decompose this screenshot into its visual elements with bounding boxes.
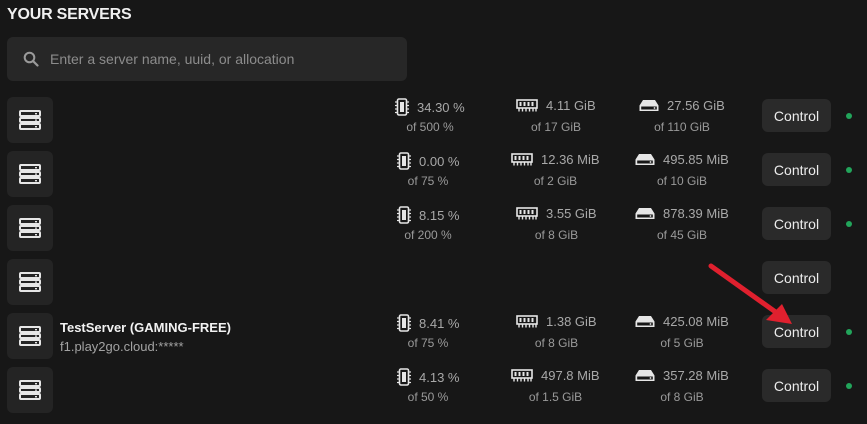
cpu-icon [395, 98, 417, 116]
server-row[interactable]: 34.30 % of 500 % 4.11 GiB of 17 GiB 27.56 Gi… [0, 95, 867, 145]
disk-icon [635, 153, 663, 166]
disk-usage: 27.56 GiB [639, 98, 725, 113]
cpu-icon [397, 206, 419, 224]
disk-icon [639, 99, 667, 112]
server-icon [7, 151, 53, 197]
cpu-value: 0.00 % [419, 153, 460, 169]
cpu-usage: 4.13 % [397, 368, 459, 386]
cpu-icon [397, 368, 419, 386]
status-indicator [846, 113, 852, 119]
memory-icon [511, 153, 541, 166]
control-button[interactable]: Control [762, 207, 831, 240]
cpu-value: 8.41 % [419, 315, 460, 331]
memory-value: 3.55 GiB [546, 206, 597, 221]
server-icon [7, 259, 53, 305]
disk-icon [635, 315, 663, 328]
search-bar[interactable] [7, 37, 407, 81]
control-button[interactable]: Control [762, 153, 831, 186]
server-address: f1.play2go.cloud:***** [60, 339, 184, 354]
cpu-value: 34.30 % [417, 99, 465, 115]
disk-value: 357.28 MiB [663, 368, 729, 383]
memory-icon [516, 315, 546, 328]
disk-icon [635, 369, 663, 382]
annotation-arrow [708, 263, 792, 324]
page-title: YOUR SERVERS [7, 6, 132, 23]
disk-limit: of 8 GiB [660, 390, 704, 404]
server-icon [7, 205, 53, 251]
memory-value: 497.8 MiB [541, 368, 600, 383]
server-name: TestServer (GAMING-FREE) [60, 320, 231, 335]
memory-limit: of 17 GiB [530, 120, 582, 134]
memory-value: 1.38 GiB [546, 314, 597, 329]
cpu-limit: of 50 % [407, 390, 449, 404]
memory-usage: 12.36 MiB [511, 152, 600, 167]
disk-value: 27.56 GiB [667, 98, 725, 113]
cpu-limit: of 75 % [407, 336, 449, 350]
cpu-value: 8.15 % [419, 207, 460, 223]
memory-usage: 497.8 MiB [511, 368, 600, 383]
disk-usage: 878.39 MiB [635, 206, 729, 221]
disk-limit: of 10 GiB [656, 174, 708, 188]
disk-value: 878.39 MiB [663, 206, 729, 221]
cpu-usage: 34.30 % [395, 98, 465, 116]
status-indicator [846, 383, 852, 389]
memory-icon [511, 369, 541, 382]
memory-limit: of 2 GiB [533, 174, 578, 188]
cpu-limit: of 500 % [406, 120, 454, 134]
cpu-icon [397, 314, 419, 332]
cpu-usage: 8.15 % [397, 206, 459, 224]
disk-usage: 357.28 MiB [635, 368, 729, 383]
search-icon [23, 51, 39, 67]
memory-value: 12.36 MiB [541, 152, 600, 167]
memory-limit: of 8 GiB [534, 336, 579, 350]
memory-limit: of 1.5 GiB [528, 390, 583, 404]
cpu-limit: of 75 % [407, 174, 449, 188]
cpu-usage: 8.41 % [397, 314, 459, 332]
status-indicator [846, 329, 852, 335]
cpu-usage: 0.00 % [397, 152, 459, 170]
disk-icon [635, 207, 663, 220]
search-input[interactable] [48, 50, 382, 68]
server-icon [7, 97, 53, 143]
status-indicator [846, 167, 852, 173]
server-row[interactable]: 8.15 % of 200 % 3.55 GiB of 8 GiB 878.39 MiB… [0, 203, 867, 253]
disk-usage: 495.85 MiB [635, 152, 729, 167]
disk-value: 495.85 MiB [663, 152, 729, 167]
memory-usage: 1.38 GiB [516, 314, 597, 329]
memory-icon [516, 207, 546, 220]
disk-limit: of 5 GiB [660, 336, 704, 350]
memory-usage: 4.11 GiB [516, 98, 596, 113]
cpu-limit: of 200 % [404, 228, 452, 242]
cpu-value: 4.13 % [419, 369, 460, 385]
status-indicator [846, 221, 852, 227]
cpu-icon [397, 152, 419, 170]
memory-value: 4.11 GiB [546, 98, 596, 113]
control-button[interactable]: Control [762, 369, 831, 402]
disk-limit: of 45 GiB [656, 228, 708, 242]
server-row[interactable]: 0.00 % of 75 % 12.36 MiB of 2 GiB 495.85 MiB… [0, 149, 867, 199]
memory-usage: 3.55 GiB [516, 206, 597, 221]
server-icon [7, 313, 53, 359]
memory-icon [516, 99, 546, 112]
control-button[interactable]: Control [762, 99, 831, 132]
disk-limit: of 110 GiB [654, 120, 710, 134]
server-row[interactable]: 4.13 % of 50 % 497.8 MiB of 1.5 GiB 357.28 M… [0, 365, 867, 415]
memory-limit: of 8 GiB [534, 228, 579, 242]
server-icon [7, 367, 53, 413]
